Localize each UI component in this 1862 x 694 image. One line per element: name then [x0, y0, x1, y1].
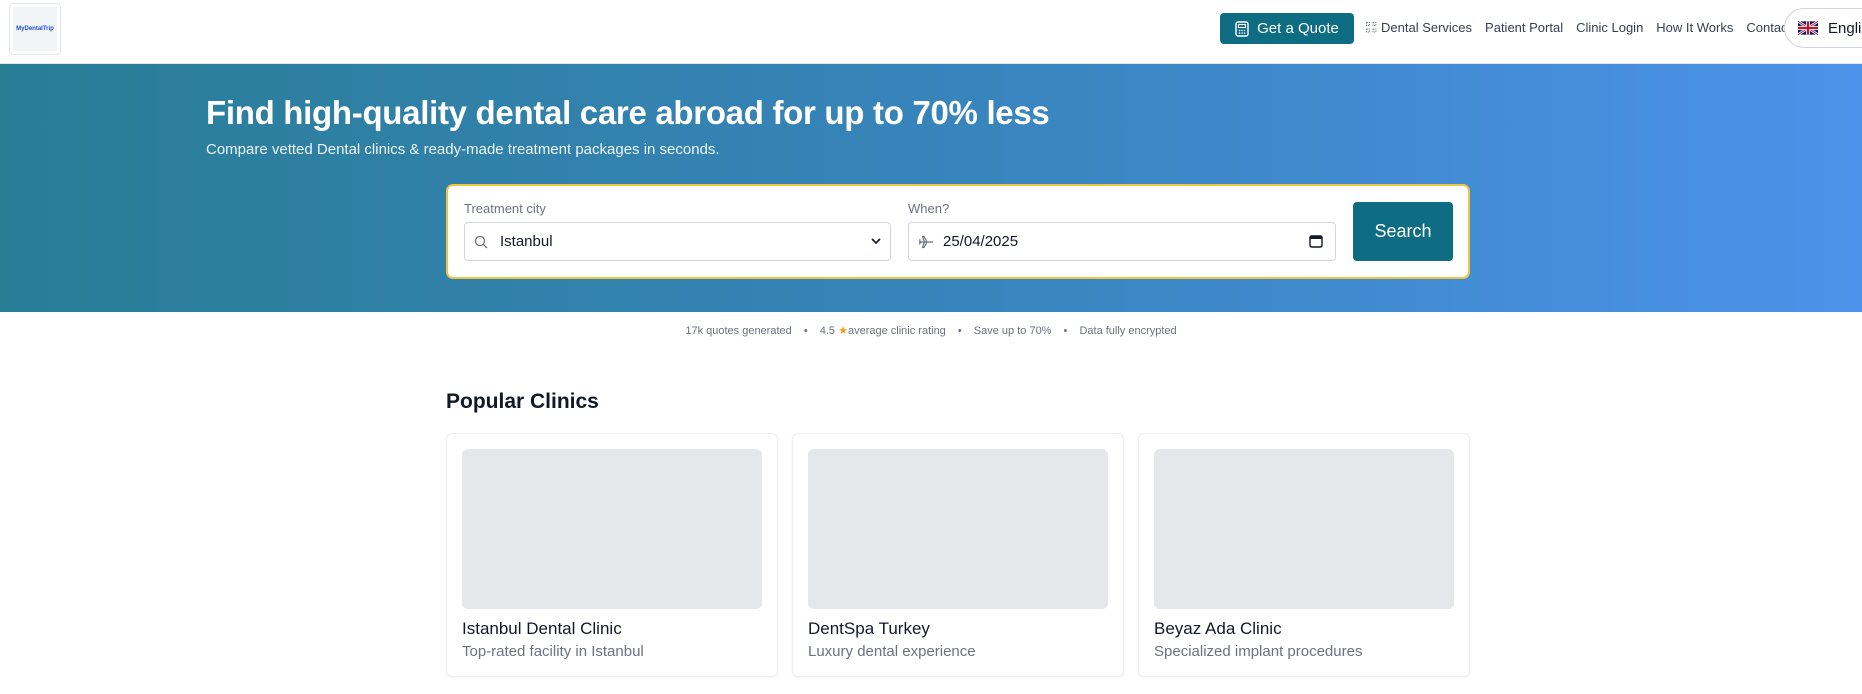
travel-date-input[interactable]: 25/04/2025 — [908, 222, 1336, 261]
logo[interactable]: MyDentalTrip — [9, 3, 61, 55]
separator-dot: • — [803, 325, 808, 337]
clinic-name: DentSpa Turkey — [808, 619, 930, 638]
search-form: Treatment city Istanbul When? 25/04/2025 — [446, 184, 1470, 279]
get-a-quote-button[interactable]: Get a Quote — [1220, 13, 1354, 44]
search-icon — [474, 235, 488, 248]
main-nav: Dental Services Patient Portal Clinic Lo… — [1366, 0, 1791, 54]
clinic-description: Top-rated facility in Istanbul — [462, 643, 644, 660]
calculator-icon — [1235, 20, 1249, 37]
separator-dot: • — [1063, 325, 1068, 337]
date-value: 25/04/2025 — [943, 233, 1019, 250]
clinic-name: Istanbul Dental Clinic — [462, 619, 622, 638]
city-label: Treatment city — [464, 201, 546, 216]
nav-patient-portal[interactable]: Patient Portal — [1485, 20, 1563, 35]
logo-image: MyDentalTrip — [13, 7, 57, 51]
clinic-card[interactable]: Beyaz Ada Clinic Specialized implant pro… — [1138, 433, 1470, 677]
clinic-description: Specialized implant procedures — [1154, 643, 1363, 660]
separator-dot: • — [957, 325, 962, 337]
clinic-name: Beyaz Ada Clinic — [1154, 619, 1282, 638]
search-button-label: Search — [1374, 221, 1432, 241]
date-label: When? — [908, 201, 950, 216]
clinic-description: Luxury dental experience — [808, 643, 976, 660]
calendar-icon[interactable] — [1309, 234, 1323, 248]
language-label: English — [1828, 19, 1862, 37]
plane-icon — [918, 235, 933, 248]
clinic-card[interactable]: Istanbul Dental Clinic Top-rated facilit… — [446, 433, 778, 677]
star-icon: ★ — [838, 325, 848, 337]
get-a-quote-label: Get a Quote — [1257, 20, 1339, 37]
logo-text: MyDentalTrip — [16, 26, 54, 32]
city-value: Istanbul — [500, 233, 553, 250]
stat-save: Save up to 70% — [973, 325, 1052, 337]
hero-title: Find high-quality dental care abroad for… — [206, 94, 1050, 131]
clinic-card[interactable]: DentSpa Turkey Luxury dental experience — [792, 433, 1124, 677]
nav-clinic-login[interactable]: Clinic Login — [1576, 20, 1643, 35]
nav-label: How It Works — [1656, 19, 1734, 35]
clinic-image-placeholder — [808, 449, 1108, 609]
trust-stats: 17k quotes generated • 4.5 ★average clin… — [0, 324, 1862, 337]
language-selector[interactable]: English — [1784, 8, 1862, 48]
treatment-city-select[interactable]: Istanbul — [464, 222, 891, 261]
hero-section: Find high-quality dental care abroad for… — [0, 64, 1862, 312]
nav-label: Clinic Login — [1576, 19, 1644, 35]
nav-label: Patient Portal — [1485, 19, 1564, 35]
stat-rating-value: 4.5 — [819, 325, 836, 337]
stat-security: Data fully encrypted — [1079, 325, 1177, 337]
grid-icon — [1366, 21, 1377, 32]
site-header: MyDentalTrip Get a Quote Dental Services… — [0, 0, 1862, 64]
nav-label: Dental Services — [1381, 19, 1473, 35]
nav-dental-services[interactable]: Dental Services — [1366, 20, 1472, 35]
stat-quotes: 17k quotes generated — [685, 325, 792, 337]
chevron-down-icon — [871, 238, 881, 245]
nav-how-it-works[interactable]: How It Works — [1656, 20, 1733, 35]
clinic-image-placeholder — [462, 449, 762, 609]
uk-flag-icon — [1798, 21, 1818, 35]
stat-rating-text: average clinic rating — [847, 325, 946, 337]
search-button[interactable]: Search — [1353, 202, 1453, 261]
popular-clinics-title: Popular Clinics — [446, 390, 599, 413]
hero-subtitle: Compare vetted Dental clinics & ready-ma… — [206, 141, 720, 158]
clinic-image-placeholder — [1154, 449, 1454, 609]
